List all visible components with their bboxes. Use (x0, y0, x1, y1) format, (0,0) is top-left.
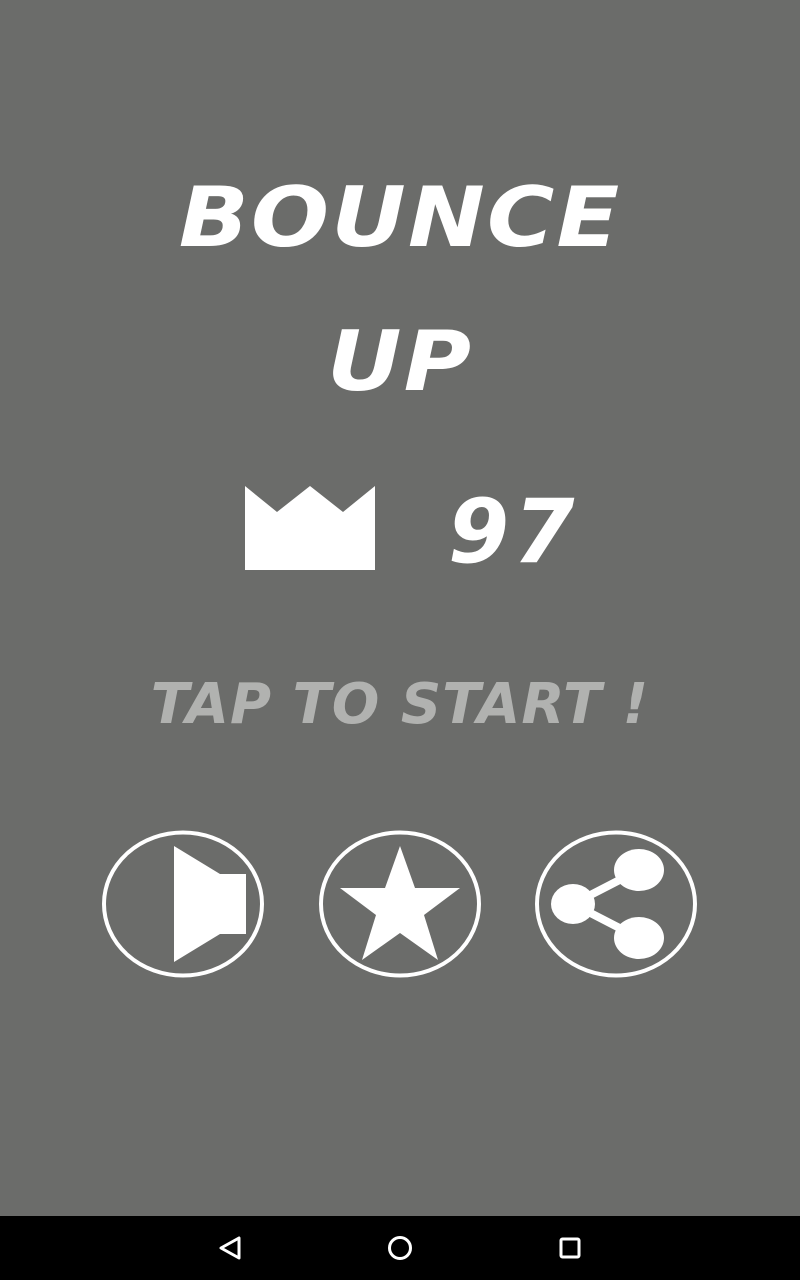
game-start-screen[interactable]: BOUNCE UP 97 TAP TO START ! (0, 0, 800, 1280)
speaker-icon (174, 846, 246, 962)
best-score: 97 (448, 480, 579, 583)
back-triangle-icon (219, 1236, 241, 1260)
crown-icon (245, 486, 375, 570)
game-title-line-1: BOUNCE (178, 169, 622, 266)
nav-home-button[interactable] (380, 1228, 420, 1268)
sound-button[interactable] (102, 830, 264, 978)
rate-button[interactable] (319, 830, 481, 978)
game-title-line-2: UP (326, 313, 474, 410)
star-icon (340, 846, 460, 960)
share-icon (551, 849, 664, 959)
share-button[interactable] (535, 830, 697, 978)
nav-recent-apps-button[interactable] (550, 1228, 590, 1268)
tap-to-start-prompt[interactable]: TAP TO START ! (0, 670, 800, 740)
recent-apps-square-icon (559, 1237, 581, 1259)
home-circle-icon (388, 1236, 412, 1260)
nav-back-button[interactable] (210, 1228, 250, 1268)
system-navigation-bar (0, 1216, 800, 1280)
